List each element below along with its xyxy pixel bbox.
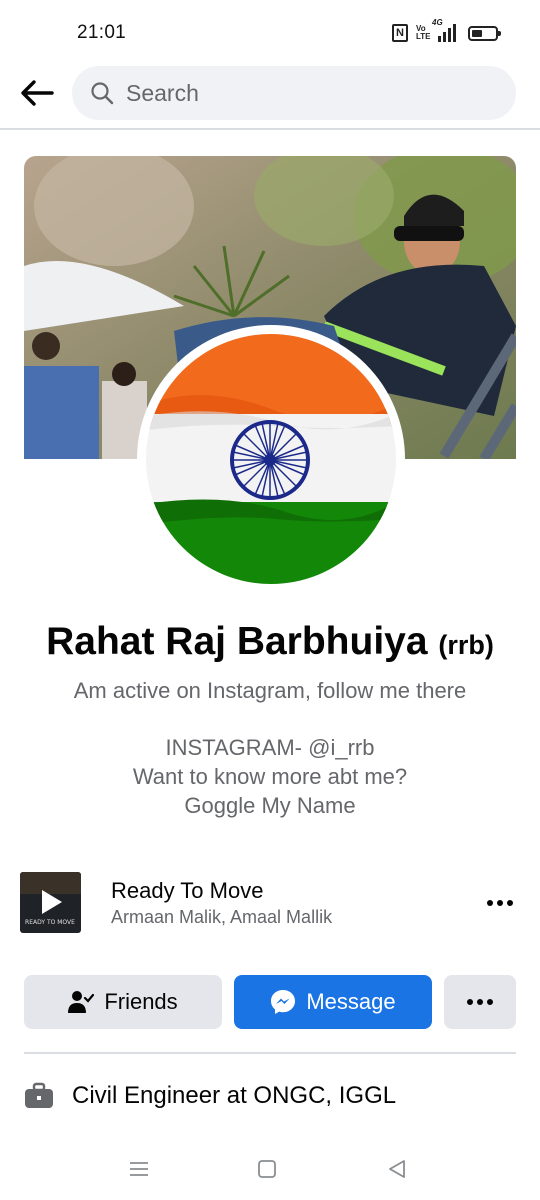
play-icon: READY TO MOVE (20, 872, 81, 933)
menu-icon (130, 1162, 148, 1176)
more-dot (507, 900, 513, 906)
india-flag-image (146, 334, 396, 584)
system-navigation-bar (0, 1140, 540, 1200)
message-label: Message (306, 989, 396, 1014)
signal-icon: 4G (432, 18, 456, 42)
home-button[interactable] (254, 1156, 280, 1182)
more-options-button[interactable] (444, 975, 516, 1029)
bio-line-3: Want to know more abt me? (132, 764, 408, 789)
messenger-icon (270, 989, 296, 1015)
more-dot (467, 999, 473, 1005)
home-square-icon (258, 1160, 276, 1178)
friends-label: Friends (104, 989, 178, 1014)
song-title: Ready To Move (111, 878, 264, 903)
friends-button[interactable]: Friends (24, 975, 222, 1029)
search-placeholder: Search (126, 79, 199, 106)
avatar[interactable] (146, 334, 396, 584)
status-bar: 21:01 N Vo LTE 4G (0, 0, 540, 66)
back-button[interactable] (18, 76, 56, 110)
more-dot (497, 900, 503, 906)
profile-music[interactable]: READY TO MOVE Ready To Move Armaan Malik… (20, 872, 520, 934)
bio-line-2: INSTAGRAM- @i_rrb (165, 735, 375, 760)
profile-name-text: Rahat Raj Barbhuiya (46, 620, 428, 663)
friends-check-icon (68, 990, 95, 1014)
more-dot (487, 999, 493, 1005)
network-type-label: 4G (432, 18, 443, 27)
bio-line-1: Am active on Instagram, follow me there (73, 678, 467, 703)
music-more-button[interactable] (480, 888, 520, 918)
work-detail: Civil Engineer at ONGC, IGGL (24, 1078, 396, 1114)
menu-button[interactable] (126, 1156, 152, 1182)
work-text: Civil Engineer at ONGC, IGGL (72, 1082, 397, 1109)
arrow-left-icon (21, 80, 54, 106)
nfc-icon: N (392, 24, 408, 42)
top-bar: Search (0, 66, 540, 130)
bio-line-4: Goggle My Name (184, 793, 356, 818)
briefcase-icon (24, 1081, 54, 1111)
status-time: 21:01 (77, 22, 127, 43)
search-input[interactable]: Search (72, 66, 516, 120)
back-triangle-icon (389, 1160, 405, 1178)
battery-icon (468, 25, 501, 41)
more-dot (477, 999, 483, 1005)
section-divider (24, 1052, 516, 1054)
system-back-button[interactable] (384, 1156, 410, 1182)
album-art[interactable]: READY TO MOVE (20, 872, 81, 933)
album-art-caption: READY TO MOVE (25, 919, 75, 926)
message-button[interactable]: Message (234, 975, 432, 1029)
status-icons: N Vo LTE 4G (392, 18, 501, 42)
search-icon (91, 82, 114, 105)
volte-icon: Vo LTE (416, 24, 431, 41)
more-dot (487, 900, 493, 906)
profile-nickname: (rrb) (438, 630, 494, 660)
song-artist: Armaan Malik, Amaal Mallik (111, 907, 333, 927)
profile-name: Rahat Raj Barbhuiya (rrb) (0, 620, 540, 664)
